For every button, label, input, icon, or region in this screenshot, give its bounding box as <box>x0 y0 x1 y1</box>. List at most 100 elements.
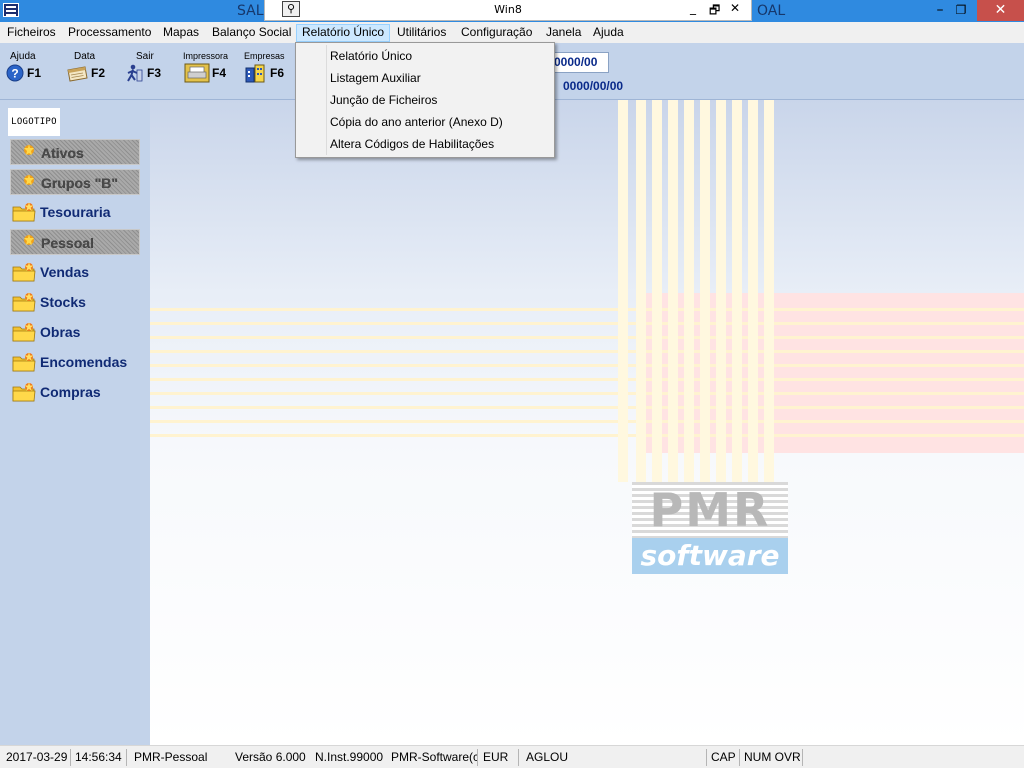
restore-button[interactable]: ❐ <box>941 0 981 21</box>
background-decoration <box>716 100 726 482</box>
status-user: AGLOU <box>526 750 569 764</box>
sidebar-item-encomendas[interactable]: Encomendas <box>10 349 140 375</box>
folder-icon <box>24 144 34 155</box>
child-close-button[interactable]: ✕ <box>730 1 740 15</box>
menu-item-copia-ano-anterior[interactable]: Cópia do ano anterior (Anexo D) <box>330 115 503 129</box>
menu-processamento[interactable]: Processamento <box>63 24 156 42</box>
menu-balanco-social[interactable]: Balanço Social <box>207 24 296 42</box>
menu-configuracao[interactable]: Configuração <box>456 24 537 42</box>
menu-bar: Ficheiros Processamento Mapas Balanço So… <box>0 22 1024 43</box>
folder-icon <box>12 262 36 282</box>
status-date: 2017-03-29 <box>6 750 68 764</box>
pmr-logo-text: PMR <box>632 482 788 538</box>
printer-button[interactable]: Impressora F4 <box>183 51 231 87</box>
help-key: F1 <box>27 66 42 80</box>
sidebar-item-compras[interactable]: Compras <box>10 379 140 405</box>
menu-mapas[interactable]: Mapas <box>158 24 204 42</box>
background-decoration <box>732 100 742 482</box>
printer-key: F4 <box>212 66 227 80</box>
sidebar-item-vendas[interactable]: Vendas <box>10 259 140 285</box>
status-separator <box>126 749 127 766</box>
background-decoration <box>640 293 1024 453</box>
child-window-title-bar: ⚲ Win8 _ 🗗 ✕ <box>264 0 752 21</box>
pmr-software-logo: PMR software <box>632 482 788 574</box>
printer-icon <box>184 63 210 83</box>
help-caption: Ajuda <box>10 51 36 62</box>
background-decoration <box>150 350 1024 353</box>
menu-utilitarios[interactable]: Utilitários <box>392 24 451 42</box>
sidebar-item-label: Vendas <box>40 264 90 280</box>
app-icon[interactable] <box>3 3 19 17</box>
status-caps-lock: CAP <box>711 750 736 764</box>
sidebar: LOGOTIPO Ativos Grupos "B" Tesouraria Pe… <box>0 100 150 745</box>
background-decoration <box>150 308 1024 311</box>
companies-caption: Empresas <box>244 51 285 61</box>
menu-janela[interactable]: Janela <box>541 24 586 42</box>
background-decoration <box>684 100 694 482</box>
background-decoration <box>748 100 758 482</box>
sidebar-item-label: Compras <box>40 384 101 400</box>
child-restore-button[interactable]: 🗗 <box>709 1 720 22</box>
menu-item-altera-codigos[interactable]: Altera Códigos de Habilitações <box>330 137 494 151</box>
date-caption: Data <box>74 51 96 62</box>
sidebar-item-label: Pessoal <box>41 235 94 251</box>
exit-icon <box>127 64 143 82</box>
status-app-name: PMR-Pessoal <box>134 750 208 764</box>
background-decoration <box>636 100 646 482</box>
menu-ficheiros[interactable]: Ficheiros <box>2 24 61 42</box>
menu-relatorio-unico[interactable]: Relatório Único <box>296 24 391 42</box>
menu-item-relatorio-unico[interactable]: Relatório Único <box>330 49 412 63</box>
sidebar-item-ativos[interactable]: Ativos <box>10 139 140 165</box>
window-title-right: OAL <box>757 3 786 19</box>
sidebar-item-label: Stocks <box>40 294 86 310</box>
background-decoration <box>150 364 1024 367</box>
folder-icon <box>12 382 36 402</box>
window-title-left: SAL <box>237 3 264 19</box>
svg-text:?: ? <box>11 67 18 81</box>
menu-item-listagem-auxiliar[interactable]: Listagem Auxiliar <box>330 71 421 85</box>
menu-gutter <box>326 45 327 155</box>
status-currency: EUR <box>483 750 509 764</box>
child-window-title: Win8 <box>494 3 522 16</box>
child-minimize-button[interactable]: _ <box>690 1 696 15</box>
period-input[interactable]: 0000/00 <box>550 52 609 73</box>
background-decoration <box>150 392 1024 395</box>
calendar-icon <box>67 66 88 82</box>
status-separator <box>477 749 478 766</box>
sidebar-item-obras[interactable]: Obras <box>10 319 140 345</box>
background-decoration <box>150 406 1024 409</box>
exit-key: F3 <box>147 66 162 80</box>
sidebar-item-grupos-b[interactable]: Grupos "B" <box>10 169 140 195</box>
background-decoration <box>764 100 774 482</box>
background-decoration <box>668 100 678 482</box>
main-workspace: PMR software <box>150 100 1024 745</box>
folder-icon <box>12 322 36 342</box>
sidebar-item-tesouraria[interactable]: Tesouraria <box>10 199 140 225</box>
printer-caption: Impressora <box>183 51 229 61</box>
sidebar-item-label: Encomendas <box>40 354 128 370</box>
background-decoration <box>150 322 1024 325</box>
sidebar-item-label: Obras <box>40 324 81 340</box>
sidebar-item-label: Ativos <box>41 145 84 161</box>
date-key: F2 <box>91 66 106 80</box>
exit-button[interactable]: Sair F3 <box>125 51 167 87</box>
help-button[interactable]: Ajuda ? F1 <box>6 51 48 87</box>
relatorio-unico-dropdown: Relatório Único Listagem Auxiliar Junção… <box>295 42 555 158</box>
status-company: PMR-Software(c <box>391 750 477 764</box>
status-time: 14:56:34 <box>75 750 122 764</box>
exit-caption: Sair <box>136 51 154 62</box>
menu-ajuda[interactable]: Ajuda <box>588 24 629 42</box>
sidebar-item-stocks[interactable]: Stocks <box>10 289 140 315</box>
sidebar-item-label: Tesouraria <box>40 204 111 220</box>
date-button[interactable]: Data F2 <box>66 51 110 87</box>
companies-button[interactable]: Empresas F6 <box>244 51 292 87</box>
sidebar-item-label: Grupos "B" <box>41 175 119 191</box>
background-decoration <box>618 100 628 482</box>
status-separator <box>802 749 803 766</box>
close-button[interactable]: ✕ <box>977 0 1024 21</box>
companies-icon <box>245 64 265 83</box>
sidebar-item-pessoal[interactable]: Pessoal <box>10 229 140 255</box>
company-logo: LOGOTIPO <box>8 108 60 136</box>
background-decoration <box>652 100 662 482</box>
menu-item-juncao-ficheiros[interactable]: Junção de Ficheiros <box>330 93 437 107</box>
